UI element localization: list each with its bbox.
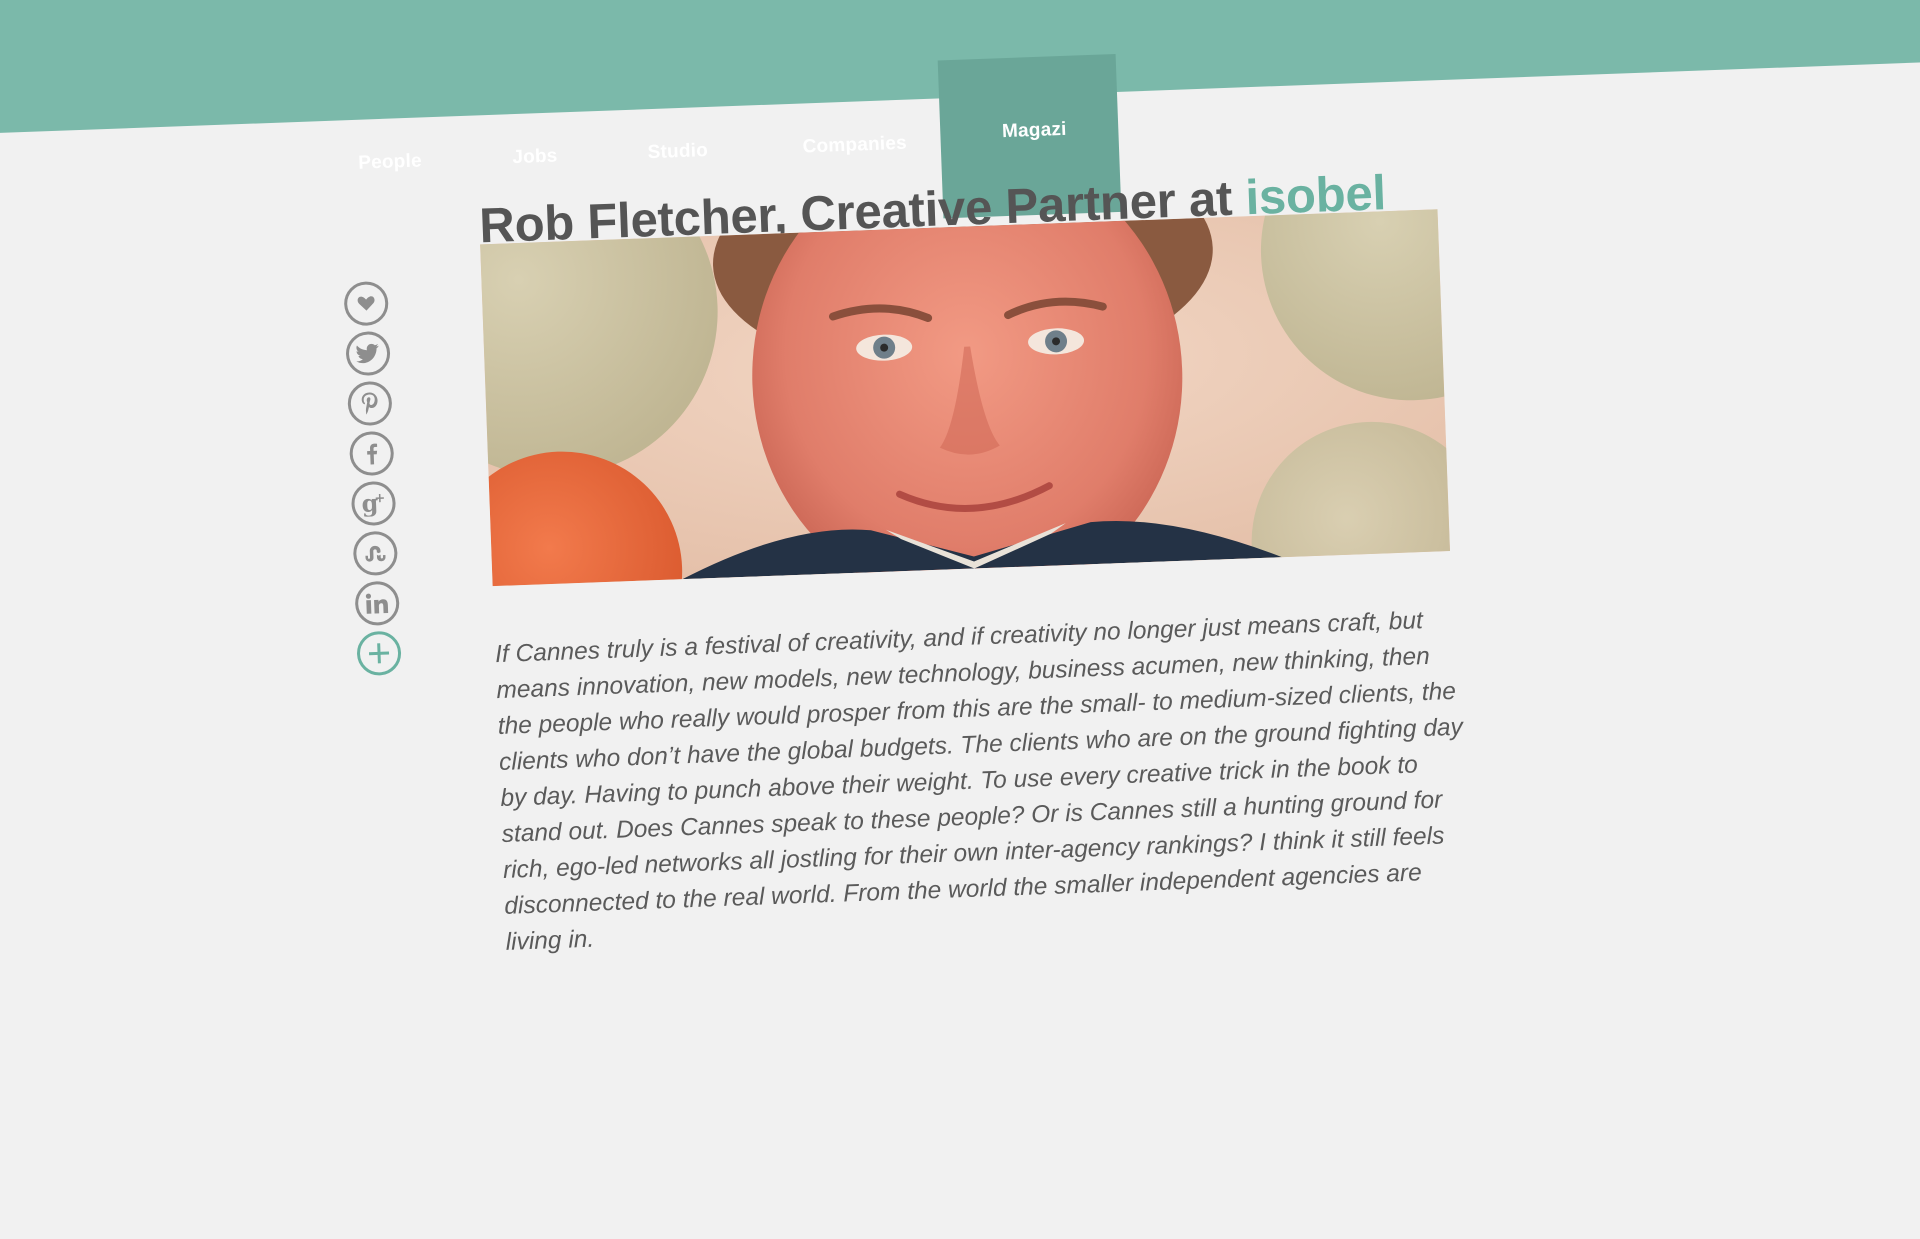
twitter-share-button[interactable]: [345, 330, 391, 377]
stumbleupon-icon: [365, 545, 386, 562]
author-photo-art: [480, 209, 1451, 587]
nav-item-jobs[interactable]: Jobs: [495, 145, 576, 170]
linkedin-share-button[interactable]: [354, 580, 400, 627]
nav-item-people[interactable]: People: [345, 150, 436, 175]
nav-item-studio[interactable]: Studio: [632, 139, 723, 164]
svg-text:+: +: [374, 491, 385, 506]
author-photo: [480, 209, 1451, 587]
stumbleupon-share-button[interactable]: [352, 530, 399, 577]
google-plus-share-button[interactable]: g +: [350, 480, 397, 527]
article-quote: If Cannes truly is a festival of creativ…: [494, 607, 1464, 956]
facebook-icon: [367, 443, 378, 465]
heart-icon: [357, 296, 375, 311]
like-button[interactable]: [343, 280, 389, 327]
pinterest-icon: [361, 392, 378, 415]
share-sidebar: g +: [343, 280, 402, 682]
google-plus-icon: g+: [361, 490, 386, 517]
nav-item-companies[interactable]: Companies: [784, 132, 925, 159]
more-share-button[interactable]: [356, 630, 402, 677]
plus-icon: [368, 643, 390, 664]
facebook-share-button[interactable]: [348, 430, 395, 477]
page-stage: People Jobs Studio Companies Magazi Rob …: [0, 0, 1920, 1235]
pinterest-share-button[interactable]: [347, 380, 393, 427]
twitter-icon: [356, 343, 379, 364]
linkedin-icon: [365, 593, 389, 614]
